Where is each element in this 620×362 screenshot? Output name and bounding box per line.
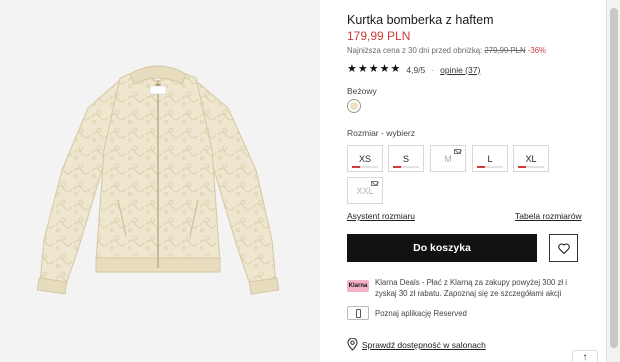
jacket-illustration xyxy=(36,65,280,295)
scrollbar[interactable] xyxy=(606,0,620,362)
scrollbar-thumb[interactable] xyxy=(610,8,618,348)
old-price: 279,99 PLN xyxy=(484,46,526,55)
star-icon: ★ xyxy=(379,63,390,75)
size-option-xxl[interactable]: XXL xyxy=(347,177,383,204)
reviews-link[interactable]: opinie (37) xyxy=(440,65,480,75)
size-option-xl[interactable]: XL xyxy=(513,145,549,172)
rating-score: 4,9/5 xyxy=(406,64,426,75)
star-icon: ★ xyxy=(357,63,368,75)
size-option-xs[interactable]: XS xyxy=(347,145,383,172)
size-table-link[interactable]: Tabela rozmiarów xyxy=(515,211,582,221)
size-option-label: M xyxy=(444,154,452,164)
add-to-cart-button[interactable]: Do koszyka xyxy=(347,234,537,262)
size-option-m[interactable]: M xyxy=(430,145,466,172)
klarna-info: Klarna Deals - Płać z Klarną za zakupy p… xyxy=(375,278,567,298)
color-label: Beżowy xyxy=(347,86,377,96)
stock-bar-fill xyxy=(352,166,360,168)
star-icon: ★ xyxy=(368,63,379,75)
heart-icon xyxy=(557,243,570,254)
product-image[interactable] xyxy=(0,0,320,362)
stock-bar xyxy=(518,166,544,168)
stock-bar-fill xyxy=(393,166,401,168)
size-option-l[interactable]: L xyxy=(472,145,508,172)
product-price: 179,99 PLN xyxy=(347,29,411,43)
color-swatch[interactable] xyxy=(347,99,361,113)
size-option-label: L xyxy=(487,154,493,164)
rating-stars: ★ ★ ★ ★ ★ xyxy=(347,64,400,75)
lowest-price-label: Najniższa cena z 30 dni przed obniżką: xyxy=(347,46,483,55)
stock-bar xyxy=(477,166,503,168)
klarna-logo: Klarna xyxy=(347,280,369,292)
wishlist-button[interactable] xyxy=(549,234,578,262)
size-option-label: XXL xyxy=(356,186,374,196)
size-option-label: S xyxy=(402,154,409,164)
store-availability-link[interactable]: Sprawdź dostępność w salonach xyxy=(362,340,486,350)
size-option-label: XS xyxy=(358,154,371,164)
mail-icon xyxy=(454,149,461,154)
size-option-label: XL xyxy=(525,154,537,164)
color-swatch-fill xyxy=(350,102,358,110)
size-label: Rozmiar - wybierz xyxy=(347,128,416,138)
rating-row: ★ ★ ★ ★ ★ 4,9/5 · opinie (37) xyxy=(347,64,480,75)
size-option-s[interactable]: S xyxy=(388,145,424,172)
star-icon: ★ xyxy=(390,63,401,75)
stock-bar xyxy=(352,166,378,168)
star-icon: ★ xyxy=(347,63,357,75)
discount-badge: -36% xyxy=(527,46,546,55)
scroll-to-top-button[interactable]: ↑ xyxy=(572,350,598,362)
size-assistant-link[interactable]: Asystent rozmiaru xyxy=(347,211,415,221)
stock-bar xyxy=(393,166,419,168)
location-pin-icon xyxy=(347,338,358,351)
product-title: Kurtka bomberka z haftem xyxy=(347,13,494,27)
stock-bar-fill xyxy=(477,166,485,168)
phone-icon xyxy=(347,306,369,320)
separator-dot: · xyxy=(431,64,435,75)
stock-bar-fill xyxy=(518,166,526,168)
lowest-price-info: Najniższa cena z 30 dni przed obniżką: 2… xyxy=(347,46,546,55)
mail-icon xyxy=(371,181,378,186)
app-promo-text: Poznaj aplikację Reserved xyxy=(375,309,467,318)
